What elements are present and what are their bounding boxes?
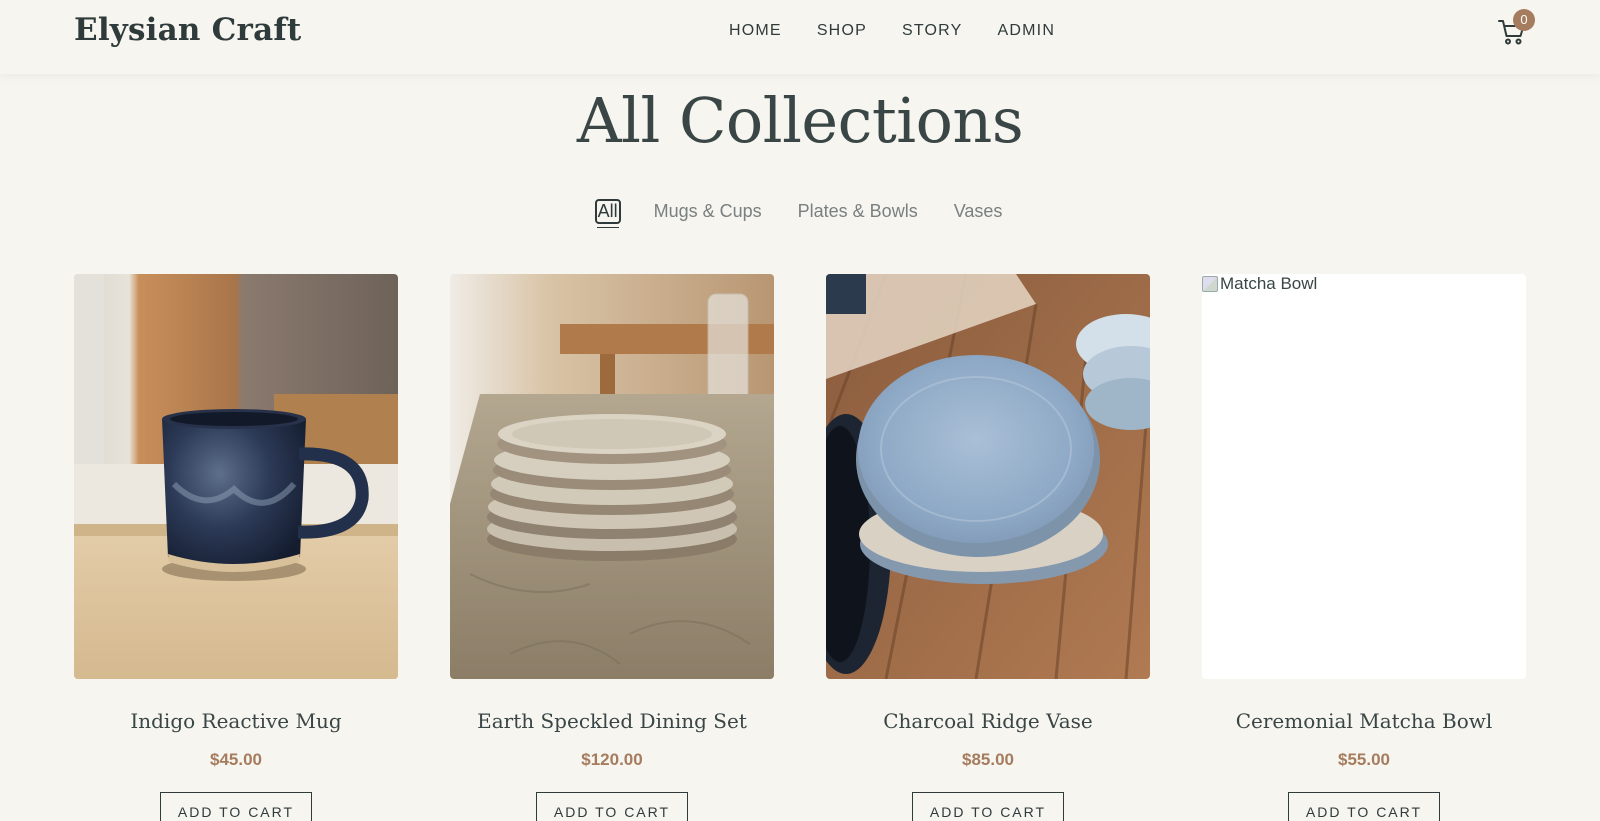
nav-admin[interactable]: ADMIN xyxy=(998,22,1056,40)
nav-shop[interactable]: SHOP xyxy=(817,22,867,40)
filter-vases[interactable]: Vases xyxy=(953,201,1004,222)
image-alt-text: Matcha Bowl xyxy=(1220,274,1318,293)
page-title: All Collections xyxy=(576,84,1024,157)
product-image-plates[interactable] xyxy=(450,274,774,679)
nav-home[interactable]: HOME xyxy=(729,22,782,40)
product-card: Earth Speckled Dining Set $120.00 ADD TO… xyxy=(450,274,774,821)
product-card: Matcha Bowl Ceremonial Matcha Bowl $55.0… xyxy=(1202,274,1526,821)
cart-count-badge: 0 xyxy=(1513,9,1535,31)
product-price: $120.00 xyxy=(581,750,643,769)
product-name[interactable]: Ceremonial Matcha Bowl xyxy=(1202,709,1526,733)
filter-all[interactable]: All xyxy=(594,199,621,228)
product-card: Charcoal Ridge Vase $85.00 ADD TO CART xyxy=(826,274,1150,821)
product-price: $55.00 xyxy=(1338,750,1390,769)
mug-photo xyxy=(74,274,398,679)
nav-story[interactable]: STORY xyxy=(902,22,963,40)
product-name[interactable]: Earth Speckled Dining Set xyxy=(450,709,774,733)
category-filters: All Mugs & Cups Plates & Bowls Vases xyxy=(0,199,1600,228)
broken-image-placeholder: Matcha Bowl xyxy=(1202,274,1317,294)
broken-image-icon xyxy=(1202,276,1218,292)
main-nav: HOME SHOP STORY ADMIN xyxy=(729,22,1055,40)
product-price: $45.00 xyxy=(210,750,262,769)
product-card: Indigo Reactive Mug $45.00 ADD TO CART xyxy=(74,274,398,821)
product-image-matcha-bowl[interactable]: Matcha Bowl xyxy=(1202,274,1526,679)
add-to-cart-button[interactable]: ADD TO CART xyxy=(1288,792,1440,821)
product-price: $85.00 xyxy=(962,750,1014,769)
filter-plates-bowls[interactable]: Plates & Bowls xyxy=(797,201,919,222)
product-image-mug[interactable] xyxy=(74,274,398,679)
add-to-cart-button[interactable]: ADD TO CART xyxy=(912,792,1064,821)
product-name[interactable]: Indigo Reactive Mug xyxy=(74,709,398,733)
product-name[interactable]: Charcoal Ridge Vase xyxy=(826,709,1150,733)
plates-photo xyxy=(450,274,774,679)
add-to-cart-button[interactable]: ADD TO CART xyxy=(160,792,312,821)
filter-mugs-cups[interactable]: Mugs & Cups xyxy=(653,201,763,222)
product-image-vase[interactable] xyxy=(826,274,1150,679)
add-to-cart-button[interactable]: ADD TO CART xyxy=(536,792,688,821)
brand-logo[interactable]: Elysian Craft xyxy=(74,12,301,48)
site-header: Elysian Craft HOME SHOP STORY ADMIN 0 xyxy=(0,0,1600,74)
blue-plates-photo xyxy=(826,274,1150,679)
